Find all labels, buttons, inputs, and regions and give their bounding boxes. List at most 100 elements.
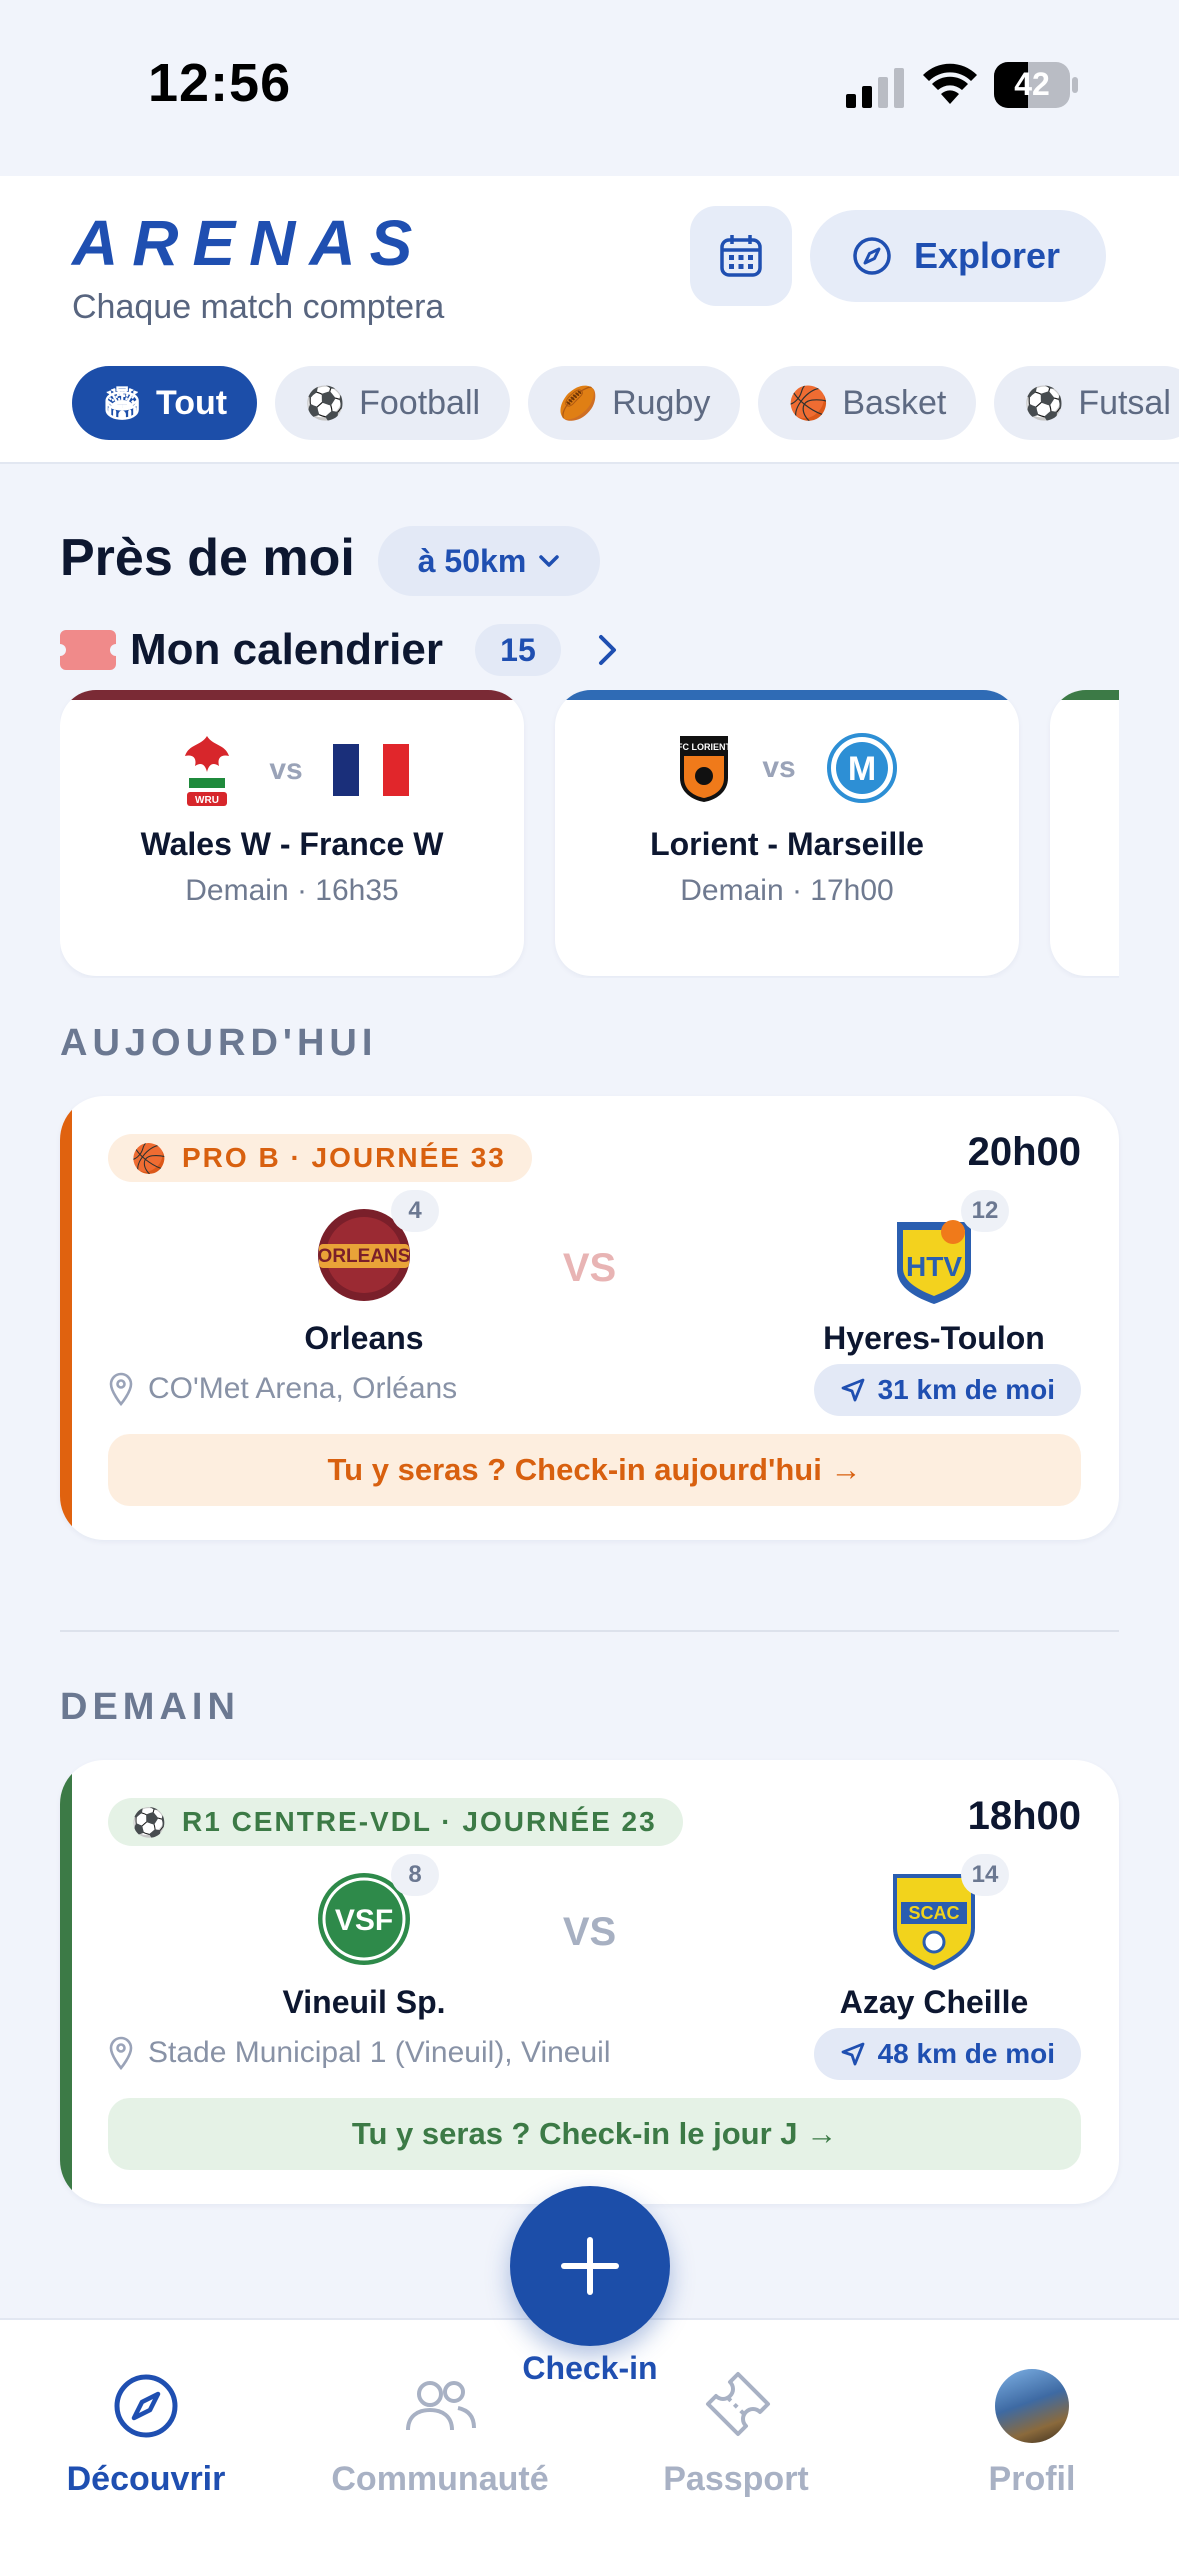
rank-badge: 14 <box>961 1854 1009 1896</box>
ticket-icon <box>706 2372 770 2436</box>
tab-label: Passport <box>663 2460 809 2498</box>
tab-label: Découvrir <box>66 2460 226 2498</box>
battery-level: 42 <box>1014 66 1050 102</box>
league-label: R1 CENTRE-VDL · JOURNÉE 23 <box>182 1806 657 1837</box>
ticket-icon <box>54 630 122 670</box>
distance-badge: 31 km de moi <box>813 1364 1081 1416</box>
tab-label: Profil <box>988 2460 1076 2498</box>
filter-chip-label: Tout <box>156 383 228 422</box>
match-card[interactable]: ⚽ R1 CENTRE-VDL · JOURNÉE 23 18h00 VSF 8… <box>60 1760 1119 2204</box>
venue: Stade Municipal 1 (Vineuil), Vineuil <box>108 2036 611 2070</box>
checkin-fab[interactable] <box>510 2186 670 2346</box>
filter-chip-basket[interactable]: 🏀 Basket <box>758 366 977 440</box>
near-me-title: Près de moi <box>60 529 355 587</box>
app-header: ARENAS Chaque match comptera Explorer 🏟 … <box>0 176 1179 464</box>
explore-button[interactable]: Explorer <box>810 210 1106 302</box>
calendar-match-name: Lorient - Marseille <box>650 826 924 862</box>
rank-badge: 12 <box>961 1190 1009 1232</box>
venue-name: CO'Met Arena, Orléans <box>148 1372 458 1405</box>
tab-profile[interactable]: Profil <box>912 2366 1152 2499</box>
radius-value: à 50km <box>417 542 527 579</box>
radius-selector[interactable]: à 50km <box>378 526 600 596</box>
away-team[interactable]: HTV 12 Hyeres-Toulon <box>784 1190 1084 1357</box>
marseille-logo-icon: M <box>826 733 897 803</box>
svg-text:SCAC: SCAC <box>908 1903 959 1923</box>
rank-badge: 8 <box>391 1854 439 1896</box>
checkin-today-button[interactable]: Tu y seras ? Check-in aujourd'hui → <box>108 1434 1081 1506</box>
card-accent-bar <box>60 690 524 700</box>
section-header-tomorrow: DEMAIN <box>60 1686 240 1728</box>
away-team[interactable]: SCAC 14 Azay Cheille <box>784 1854 1084 2021</box>
card-accent-bar <box>1050 690 1119 700</box>
card-accent-bar <box>60 1760 72 2204</box>
chevron-down-icon <box>539 555 560 567</box>
venue-name: Stade Municipal 1 (Vineuil), Vineuil <box>148 2036 611 2069</box>
lorient-logo-icon: FC LORIENT <box>677 736 732 802</box>
status-time: 12:56 <box>148 53 292 113</box>
section-header-today: AUJOURD'HUI <box>60 1022 378 1064</box>
team-name: Vineuil Sp. <box>282 1984 446 2020</box>
calendar-card[interactable] <box>1050 690 1119 976</box>
divider <box>60 1630 1119 1632</box>
vs-label: vs <box>269 753 303 786</box>
wales-rugby-logo-icon: WRU <box>185 736 230 806</box>
tab-label: Communauté <box>331 2460 549 2498</box>
sport-filter-bar: 🏟 Tout ⚽ Football 🏉 Rugby 🏀 Basket ⚽ Fut… <box>72 366 1179 440</box>
calendar-card[interactable]: WRU vs Wales W - France W Demain · 16h35 <box>60 690 524 976</box>
navigation-arrow-icon <box>841 1378 864 1402</box>
calendar-card[interactable]: FC LORIENT vs M Lorient - Marseille Dema… <box>555 690 1019 976</box>
my-calendar-header[interactable]: Mon calendrier 15 <box>54 622 619 678</box>
basketball-icon: 🏀 <box>788 385 829 421</box>
filter-chip-label: Football <box>359 383 481 422</box>
vs-label: vs <box>762 751 796 784</box>
filter-chip-all[interactable]: 🏟 Tout <box>72 366 258 440</box>
soccer-ball-icon: ⚽ <box>131 1806 169 1838</box>
svg-text:M: M <box>848 750 876 788</box>
league-label: PRO B · JOURNÉE 33 <box>182 1142 506 1173</box>
compass-icon <box>114 2374 178 2438</box>
map-pin-icon <box>109 1372 133 1406</box>
filter-chip-rugby[interactable]: 🏉 Rugby <box>528 366 741 440</box>
filter-chip-football[interactable]: ⚽ Football <box>275 366 511 440</box>
map-pin-icon <box>109 2036 133 2070</box>
team-name: Hyeres-Toulon <box>823 1320 1045 1356</box>
team-name: Orleans <box>304 1320 424 1356</box>
card-accent-bar <box>60 1096 72 1540</box>
navigation-arrow-icon <box>841 2042 864 2066</box>
soccer-ball-icon: ⚽ <box>1024 385 1065 421</box>
soccer-ball-icon: ⚽ <box>305 385 346 421</box>
checkin-fab-label: Check-in <box>522 2350 658 2386</box>
kickoff-time: 20h00 <box>967 1130 1081 1174</box>
calendar-carousel[interactable]: WRU vs Wales W - France W Demain · 16h35… <box>60 690 1119 978</box>
chevron-right-icon <box>598 635 616 665</box>
rugby-ball-icon: 🏉 <box>558 385 598 421</box>
explore-label: Explorer <box>914 235 1061 276</box>
match-card[interactable]: 🏀 PRO B · JOURNÉE 33 20h00 ORLEANS 4 Orl… <box>60 1096 1119 1540</box>
my-calendar-title: Mon calendrier <box>130 625 443 674</box>
calendar-match-time: Demain · 17h00 <box>680 874 894 907</box>
avatar <box>995 2369 1069 2443</box>
app-logo: ARENAS <box>72 207 427 279</box>
wifi-icon <box>923 63 977 104</box>
svg-text:WRU: WRU <box>195 795 219 806</box>
stadium-icon: 🏟 <box>101 385 143 421</box>
users-icon <box>406 2381 476 2431</box>
filter-chip-label: Basket <box>842 383 947 422</box>
filter-chip-label: Rugby <box>612 383 711 422</box>
france-flag-icon <box>332 744 409 796</box>
svg-text:FC LORIENT: FC LORIENT <box>677 742 731 752</box>
checkin-day-button[interactable]: Tu y seras ? Check-in le jour J → <box>108 2098 1081 2170</box>
league-badge: 🏀 PRO B · JOURNÉE 33 <box>108 1134 532 1182</box>
distance-badge: 48 km de moi <box>813 2028 1081 2080</box>
tagline: Chaque match comptera <box>72 288 445 326</box>
team-name: Azay Cheille <box>839 1984 1029 2020</box>
compass-icon <box>853 237 891 275</box>
cellular-signal-icon <box>846 68 904 108</box>
venue: CO'Met Arena, Orléans <box>108 1372 457 1406</box>
calendar-button[interactable] <box>690 206 792 306</box>
plus-icon <box>561 2237 619 2295</box>
calendar-icon <box>720 235 762 277</box>
tab-discover[interactable]: Découvrir <box>26 2366 266 2499</box>
league-badge: ⚽ R1 CENTRE-VDL · JOURNÉE 23 <box>108 1798 683 1846</box>
filter-chip-futsal[interactable]: ⚽ Futsal <box>994 366 1179 440</box>
